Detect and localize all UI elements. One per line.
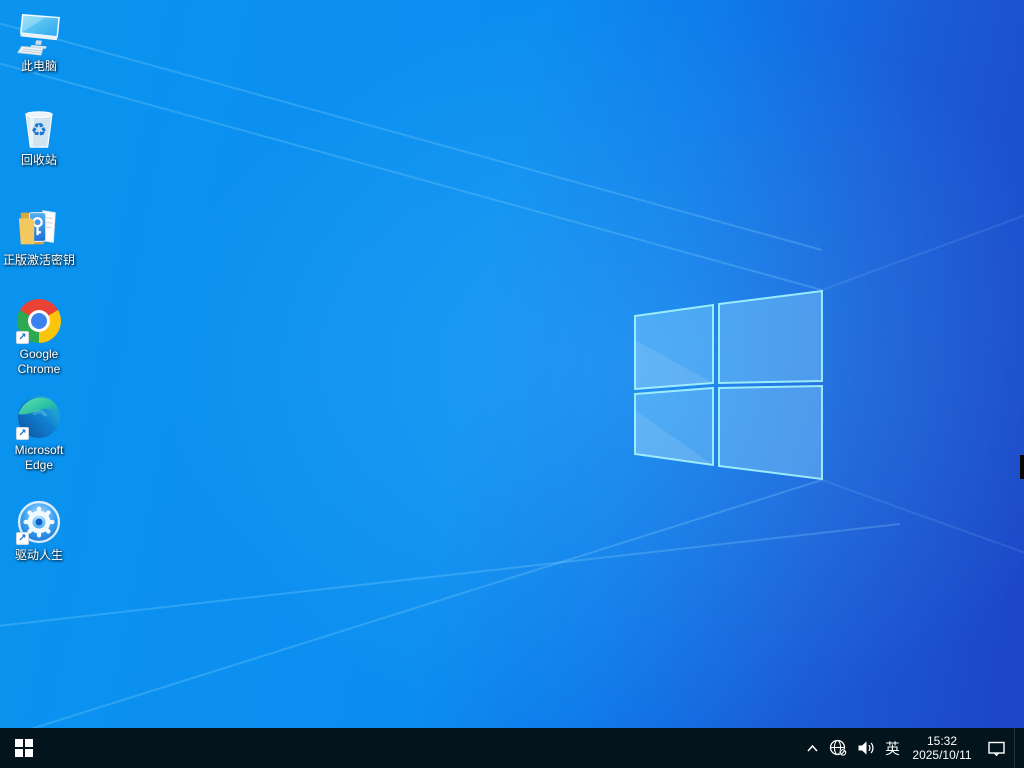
recycle-bin-icon: ♻ (25, 111, 53, 148)
desktop-icon-driver-talent[interactable]: ↗ 驱动人生 (1, 499, 77, 563)
ime-language-indicator[interactable]: 英 (879, 728, 906, 768)
taskbar: 英 15:32 2025/10/11 (0, 728, 1024, 768)
clock-date: 2025/10/11 (912, 748, 972, 762)
shortcut-arrow-icon: ↗ (16, 331, 29, 344)
light-rays-right (821, 214, 1024, 554)
desktop-icon-microsoft-edge[interactable]: ↗ Microsoft Edge (1, 394, 77, 473)
shortcut-arrow-icon: ↗ (16, 532, 29, 545)
icon-label: 此电脑 (20, 59, 57, 73)
action-center-icon (987, 741, 1005, 756)
desktop-wallpaper: 此电脑 ♻ 回收站 正版激活密钥 ↗ Google Chrome ↗ Micro… (0, 0, 1024, 768)
chevron-up-icon (806, 744, 818, 752)
icon-label: 回收站 (20, 153, 57, 167)
chrome-blue-core (31, 313, 47, 329)
desktop-icon-recycle-bin[interactable]: ♻ 回收站 (1, 104, 77, 168)
shortcut-arrow-icon: ↗ (16, 427, 29, 440)
clock[interactable]: 15:32 2025/10/11 (906, 728, 978, 768)
wallpaper-light-rays-and-logo (0, 22, 1024, 740)
desktop-icon-activation-key-folder[interactable]: 正版激活密钥 (1, 204, 77, 268)
show-desktop-button[interactable] (1014, 728, 1020, 768)
show-hidden-icons-button[interactable] (799, 728, 825, 768)
activation-key-folder-icon (18, 210, 56, 245)
windows-start-icon (15, 739, 33, 757)
speaker-icon (858, 741, 873, 755)
volume-button[interactable] (852, 728, 879, 768)
icon-label: 正版激活密钥 (2, 253, 75, 267)
network-status-button[interactable] (825, 728, 852, 768)
action-center-button[interactable] (978, 728, 1014, 768)
icon-label: Google Chrome (17, 347, 61, 376)
desktop-icon-google-chrome[interactable]: ↗ Google Chrome (1, 298, 77, 377)
start-button[interactable] (0, 728, 48, 768)
desktop-icon-this-pc[interactable]: 此电脑 (1, 10, 77, 74)
recycle-glyph: ♻ (31, 120, 47, 140)
system-tray: 英 15:32 2025/10/11 (799, 728, 1024, 768)
clock-time: 15:32 (926, 734, 958, 748)
ime-label: 英 (885, 741, 900, 758)
globe-no-internet-icon (829, 739, 847, 757)
icon-label: Microsoft Edge (14, 443, 64, 472)
this-pc-icon (17, 13, 60, 56)
right-edge-artifact (1020, 455, 1024, 479)
icon-label: 驱动人生 (14, 548, 63, 562)
